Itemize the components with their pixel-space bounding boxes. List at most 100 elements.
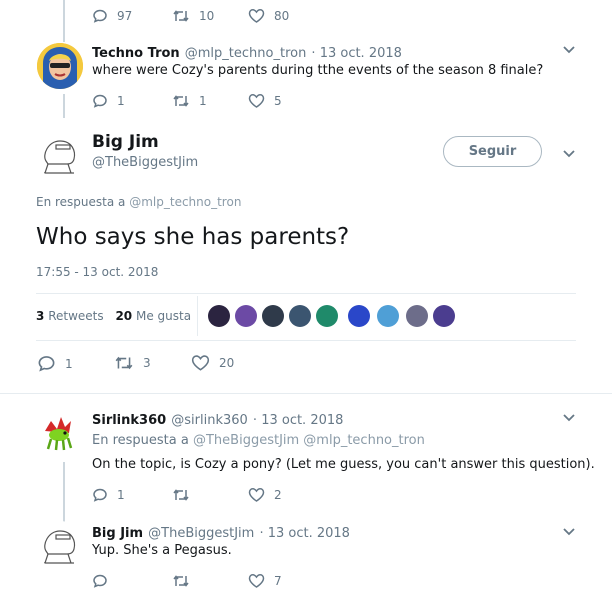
like-count: 2 xyxy=(274,488,282,502)
likes-stat-label: Me gusta xyxy=(135,309,192,323)
chevron-down-icon[interactable] xyxy=(562,45,576,55)
reply-icon xyxy=(93,574,107,588)
reply-context-prefix: En respuesta a xyxy=(92,433,189,448)
chevron-down-icon[interactable] xyxy=(562,527,576,537)
like-button[interactable]: 5 xyxy=(248,93,282,109)
reply-button[interactable]: 97 xyxy=(92,8,132,24)
avatar[interactable] xyxy=(37,43,83,89)
like-count: 20 xyxy=(219,356,235,370)
tweet-date[interactable]: 13 oct. 2018 xyxy=(268,526,350,541)
follow-button[interactable]: Seguir xyxy=(443,136,542,167)
username[interactable]: @sirlink360 xyxy=(171,413,248,428)
tweet-date[interactable]: 13 oct. 2018 xyxy=(320,46,402,61)
retweet-button[interactable]: 3 xyxy=(114,354,151,372)
tweet-date[interactable]: 13 oct. 2018 xyxy=(261,413,343,428)
avatar-image xyxy=(44,140,76,174)
tweet-header: Big Jim @TheBiggestJim · 13 oct. 2018 xyxy=(92,526,350,541)
tweet-header: Techno Tron @mlp_techno_tron · 13 oct. 2… xyxy=(92,46,402,61)
engagement-stats: 3 Retweets 20 Me gusta xyxy=(36,309,191,323)
heart-icon xyxy=(248,9,265,23)
avatar[interactable] xyxy=(36,131,84,179)
liker-avatar[interactable] xyxy=(406,305,428,327)
liker-avatar[interactable] xyxy=(235,305,257,327)
likes-stat-count: 20 xyxy=(115,309,133,323)
chevron-down-icon[interactable] xyxy=(562,413,576,423)
reply-button[interactable]: 1 xyxy=(92,93,125,109)
like-count: 7 xyxy=(274,574,282,588)
avatar-image xyxy=(37,43,83,89)
tweet-text: Yup. She's a Pegasus. xyxy=(92,543,232,558)
retweet-count: 1 xyxy=(199,94,207,108)
display-name[interactable]: Techno Tron xyxy=(92,46,180,61)
divider xyxy=(36,293,576,294)
tweet-text: Who says she has parents? xyxy=(36,224,350,250)
tweet-timestamp[interactable]: 17:55 - 13 oct. 2018 xyxy=(36,265,158,279)
reply-context-handles[interactable]: @TheBiggestJim @mlp_techno_tron xyxy=(193,433,425,448)
liker-avatar[interactable] xyxy=(262,305,284,327)
reply-button[interactable]: 1 xyxy=(37,354,73,373)
liker-avatar[interactable] xyxy=(289,305,311,327)
liker-avatar[interactable] xyxy=(208,305,230,327)
reply-context: En respuesta a @mlp_techno_tron xyxy=(36,195,241,209)
avatar[interactable] xyxy=(37,409,83,455)
liker-avatar[interactable] xyxy=(348,305,370,327)
chevron-down-icon[interactable] xyxy=(562,149,576,159)
reply-icon xyxy=(93,94,107,108)
liker-avatar[interactable] xyxy=(316,305,338,327)
tweet-text: On the topic, is Cozy a pony? (Let me gu… xyxy=(92,457,595,472)
thread-line-top xyxy=(63,0,65,42)
like-button[interactable]: 80 xyxy=(248,8,289,24)
heart-icon xyxy=(191,355,210,371)
reply-icon xyxy=(38,356,55,372)
reply-count: 97 xyxy=(117,9,133,23)
retweet-icon xyxy=(173,95,189,107)
like-button[interactable]: 7 xyxy=(248,573,282,589)
retweet-icon xyxy=(173,575,189,587)
reply-button[interactable]: 1 xyxy=(92,487,125,503)
retweet-button[interactable]: 1 xyxy=(172,93,207,109)
display-name[interactable]: Big Jim xyxy=(92,526,143,541)
tweet-text: where were Cozy's parents during tthe ev… xyxy=(92,63,544,78)
liker-avatar[interactable] xyxy=(377,305,399,327)
display-name[interactable]: Big Jim xyxy=(92,132,159,152)
retweet-button[interactable] xyxy=(172,573,190,589)
heart-icon xyxy=(248,574,265,588)
reply-context-handle[interactable]: @mlp_techno_tron xyxy=(129,195,241,209)
retweet-icon xyxy=(115,356,133,370)
retweets-stat-count: 3 xyxy=(36,309,45,323)
display-name[interactable]: Sirlink360 xyxy=(92,413,166,428)
reply-context: En respuesta a @TheBiggestJim @mlp_techn… xyxy=(92,433,425,448)
liker-avatar[interactable] xyxy=(433,305,455,327)
tweet-header: Sirlink360 @sirlink360 · 13 oct. 2018 xyxy=(92,413,344,428)
reply-count: 1 xyxy=(117,488,125,502)
follow-button-label: Seguir xyxy=(468,144,517,159)
reply-button[interactable] xyxy=(92,573,108,589)
retweet-button[interactable] xyxy=(172,487,190,503)
username[interactable]: @TheBiggestJim xyxy=(92,155,198,170)
retweet-icon xyxy=(173,489,189,501)
heart-icon xyxy=(248,94,265,108)
avatar[interactable] xyxy=(36,521,84,569)
like-button[interactable]: 2 xyxy=(248,487,282,503)
retweet-count: 10 xyxy=(199,9,215,23)
username[interactable]: @mlp_techno_tron xyxy=(185,46,307,61)
divider xyxy=(36,340,576,341)
divider xyxy=(197,296,198,336)
like-count: 80 xyxy=(274,9,290,23)
retweets-stat[interactable]: 3 Retweets xyxy=(36,309,107,323)
retweets-stat-label: Retweets xyxy=(48,309,104,323)
retweet-count: 3 xyxy=(143,356,151,370)
username[interactable]: @TheBiggestJim xyxy=(148,526,254,541)
thread-line-parent xyxy=(63,94,65,118)
reply-icon xyxy=(93,9,107,23)
retweet-button[interactable]: 10 xyxy=(172,8,214,24)
retweet-icon xyxy=(173,10,189,22)
reply-count: 1 xyxy=(65,356,73,371)
like-button[interactable]: 20 xyxy=(191,354,234,372)
likes-stat[interactable]: 20 Me gusta xyxy=(115,309,191,323)
avatar-image xyxy=(44,530,76,564)
reply-icon xyxy=(93,488,107,502)
reply-count: 1 xyxy=(117,94,125,108)
avatar-image xyxy=(45,417,73,451)
like-count: 5 xyxy=(274,94,282,108)
